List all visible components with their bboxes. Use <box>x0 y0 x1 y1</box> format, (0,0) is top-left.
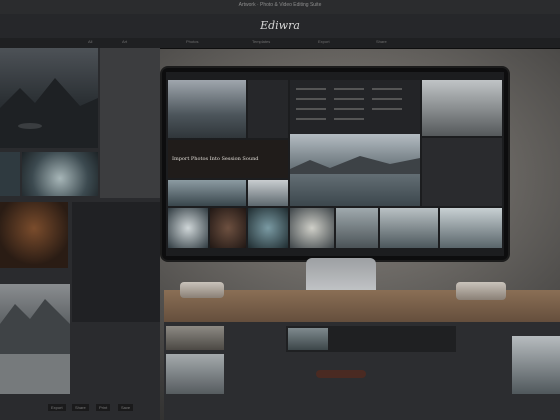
dish-right <box>456 282 506 300</box>
app-header: Ediwra <box>0 14 560 38</box>
menu-item-all[interactable]: All <box>88 39 92 44</box>
chip-save[interactable]: Save <box>118 404 134 411</box>
screen-histogram-panel <box>422 138 502 206</box>
screen-thumb-8[interactable] <box>380 208 438 248</box>
bottom-thumb-1[interactable] <box>166 326 224 350</box>
cliff-photo-thumbnail[interactable] <box>0 284 70 394</box>
side-preview-panel <box>100 48 160 198</box>
filmstrip-thumb[interactable] <box>288 328 328 350</box>
screen-headline: Import Photos Into Session Sound <box>172 156 259 162</box>
menu-item-export[interactable]: Export <box>318 39 330 44</box>
screen-sliders <box>296 88 402 120</box>
screen-adjust-panel <box>248 80 288 138</box>
screen-thumb-6[interactable] <box>290 208 334 248</box>
screen-thumb-2[interactable] <box>248 180 288 206</box>
dancer-photo-thumbnail[interactable] <box>0 202 68 268</box>
lake-photo-art <box>0 78 98 148</box>
waterfall-photo-thumbnail[interactable] <box>22 152 98 196</box>
chip-export[interactable]: Export <box>48 404 66 411</box>
screen-thumb-3[interactable] <box>168 208 208 248</box>
screen-thumb-7[interactable] <box>336 208 378 248</box>
bottom-filmstrip <box>286 326 456 352</box>
menu-item-photos[interactable]: Photos <box>186 39 198 44</box>
window-titlebar: Artwork · Photo & Video Editing Suite <box>0 0 560 15</box>
desk-object <box>316 370 366 378</box>
bottom-thumb-3[interactable] <box>512 336 560 394</box>
thumbnail-small[interactable] <box>0 152 20 196</box>
cliff-photo-art <box>0 299 70 394</box>
screen-controls-panel <box>290 80 420 136</box>
empty-slot-panel <box>72 202 160 322</box>
screen-lake-art <box>290 156 420 174</box>
screen-title-card: Import Photos Into Session Sound <box>168 140 288 178</box>
menu-item-share[interactable]: Share <box>376 39 387 44</box>
app-logo: Ediwra <box>260 19 300 32</box>
chip-share[interactable]: Share <box>72 404 89 411</box>
screen-photo-sky[interactable] <box>168 80 246 138</box>
menu-item-art[interactable]: Art <box>122 39 127 44</box>
screen-thumb-4[interactable] <box>210 208 246 248</box>
screen-cliff-photo[interactable] <box>422 80 502 136</box>
bottom-thumb-2[interactable] <box>166 354 224 394</box>
lake-photo-thumbnail[interactable] <box>0 48 98 148</box>
screen-thumb-1[interactable] <box>168 180 246 206</box>
monitor-screen: Import Photos Into Session Sound <box>166 72 504 256</box>
screen-thumb-5[interactable] <box>248 208 288 248</box>
screen-thumb-9[interactable] <box>440 208 502 248</box>
window-title: Artwork · Photo & Video Editing Suite <box>238 2 322 8</box>
menu-item-templates[interactable]: Templates <box>252 39 270 44</box>
dish-left <box>180 282 224 298</box>
chip-print[interactable]: Print <box>96 404 111 411</box>
screen-lake-photo[interactable] <box>290 134 420 206</box>
